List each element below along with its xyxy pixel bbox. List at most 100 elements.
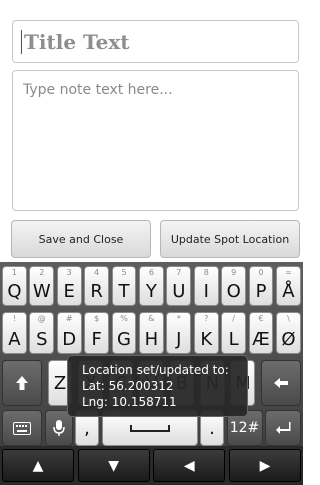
- key-j[interactable]: * J: [166, 312, 192, 354]
- key-sub-label: \: [287, 314, 290, 323]
- key-ae[interactable]: € Æ: [248, 312, 274, 354]
- key-sub-label: 1: [11, 268, 17, 277]
- key-sub-label: &: [148, 314, 155, 323]
- key-label: S: [36, 329, 48, 350]
- keyboard-icon: [13, 421, 31, 435]
- key-sub-label: 0: [258, 268, 264, 277]
- key-label: G: [117, 329, 131, 350]
- shift-key[interactable]: [2, 360, 42, 406]
- key-label: P: [255, 281, 267, 302]
- key-s[interactable]: @ S: [29, 312, 55, 354]
- enter-key[interactable]: [265, 410, 301, 446]
- update-spot-location-label: Update Spot Location: [170, 232, 290, 246]
- arrow-left-icon: ◀: [183, 457, 195, 474]
- key-sub-label: 8: [203, 268, 209, 277]
- key-u[interactable]: 7U: [166, 266, 192, 306]
- nav-right-button[interactable]: ▶: [228, 449, 301, 482]
- backspace-arrow-icon: [273, 378, 288, 388]
- key-sub-label: *: [176, 314, 181, 323]
- key-sub-label: @: [37, 314, 46, 323]
- key-sub-label: 2: [39, 268, 45, 277]
- enter-arrow-icon: [276, 422, 291, 434]
- arrow-down-icon: ▼: [108, 457, 120, 474]
- key-sub-label: 9: [231, 268, 237, 277]
- microphone-icon: [52, 420, 65, 436]
- title-input[interactable]: Title Text: [12, 20, 299, 63]
- key-i[interactable]: 8I: [193, 266, 219, 306]
- key-label: F: [91, 329, 102, 350]
- key-sub-label: ?: [204, 314, 209, 323]
- key-oe[interactable]: \ Ø: [276, 312, 301, 354]
- key-y[interactable]: 6Y: [139, 266, 164, 306]
- key-label: I: [203, 281, 209, 302]
- key-f[interactable]: $ F: [84, 312, 110, 354]
- key-label: Y: [145, 281, 157, 302]
- note-input[interactable]: Type note text here...: [12, 70, 299, 211]
- key-label: W: [32, 281, 51, 302]
- key-label: J: [176, 329, 182, 350]
- key-label: L: [228, 329, 239, 350]
- keyboard-row-2: ! A @ S # D $ F % G & H * J ? K / L € Æ \ Ø: [0, 312, 303, 354]
- key-t[interactable]: 5T: [111, 266, 137, 306]
- key-sub-label: 6: [148, 268, 154, 277]
- key-label: D: [62, 329, 77, 350]
- location-toast: Location set/updated to: Lat: 56.200312 …: [67, 355, 248, 417]
- key-aa[interactable]: = Å: [276, 266, 301, 306]
- key-sub-label: #: [65, 314, 73, 323]
- arrow-up-icon: ▲: [32, 457, 44, 474]
- key-g[interactable]: % G: [111, 312, 137, 354]
- backspace-key[interactable]: [260, 360, 301, 406]
- key-label: A: [8, 329, 21, 350]
- key-sub-label: =: [285, 268, 292, 277]
- key-sub-label: €: [258, 314, 264, 323]
- key-label: K: [200, 329, 213, 350]
- nav-up-button[interactable]: ▲: [2, 449, 74, 482]
- key-label: H: [144, 329, 159, 350]
- update-spot-location-button[interactable]: Update Spot Location: [160, 220, 300, 258]
- key-r[interactable]: 4R: [84, 266, 110, 306]
- key-label: T: [118, 281, 130, 302]
- key-l[interactable]: / L: [221, 312, 247, 354]
- key-sub-label: 7: [176, 268, 182, 277]
- key-label: O: [226, 281, 241, 302]
- key-sub-label: $: [94, 314, 100, 323]
- toast-line-3: Lng: 10.158711: [82, 395, 177, 409]
- key-h[interactable]: & H: [139, 312, 164, 354]
- key-sub-label: /: [232, 314, 235, 323]
- key-o[interactable]: 9O: [221, 266, 247, 306]
- title-placeholder: Title Text: [24, 29, 130, 54]
- key-k[interactable]: ? K: [193, 312, 219, 354]
- nav-left-button[interactable]: ◀: [153, 449, 226, 482]
- space-bar-icon: [129, 425, 170, 432]
- key-e[interactable]: 3E: [56, 266, 82, 306]
- note-placeholder: Type note text here...: [23, 82, 173, 98]
- key-sub-label: %: [120, 314, 128, 323]
- key-label: Q: [7, 281, 22, 302]
- keyboard-settings-key[interactable]: [2, 410, 42, 446]
- nav-down-button[interactable]: ▼: [77, 449, 150, 482]
- key-a[interactable]: ! A: [2, 312, 27, 354]
- save-and-close-button[interactable]: Save and Close: [11, 220, 151, 258]
- key-label: U: [172, 281, 186, 302]
- key-d[interactable]: # D: [56, 312, 82, 354]
- key-sub-label: 5: [121, 268, 127, 277]
- shift-arrow-icon: [16, 376, 28, 390]
- key-label: Ø: [281, 329, 296, 350]
- key-label: Æ: [252, 329, 270, 350]
- navigation-bar: ▲ ▼ ◀ ▶: [0, 446, 303, 485]
- keyboard-row-1: 1Q 2W 3E 4R 5T 6Y 7U 8I 9O 0P = Å: [0, 266, 303, 306]
- key-q[interactable]: 1Q: [2, 266, 27, 306]
- key-label: R: [90, 281, 103, 302]
- key-p[interactable]: 0P: [248, 266, 274, 306]
- arrow-right-icon: ▶: [259, 457, 271, 474]
- key-label: Å: [282, 281, 295, 302]
- key-sub-label: 4: [94, 268, 100, 277]
- toast-line-1: Location set/updated to:: [82, 363, 229, 377]
- key-sub-label: !: [12, 314, 16, 323]
- toast-line-2: Lat: 56.200312: [82, 379, 174, 393]
- key-sub-label: 3: [66, 268, 72, 277]
- save-and-close-label: Save and Close: [38, 232, 124, 246]
- key-label: E: [63, 281, 75, 302]
- text-cursor: [21, 29, 22, 54]
- key-w[interactable]: 2W: [29, 266, 55, 306]
